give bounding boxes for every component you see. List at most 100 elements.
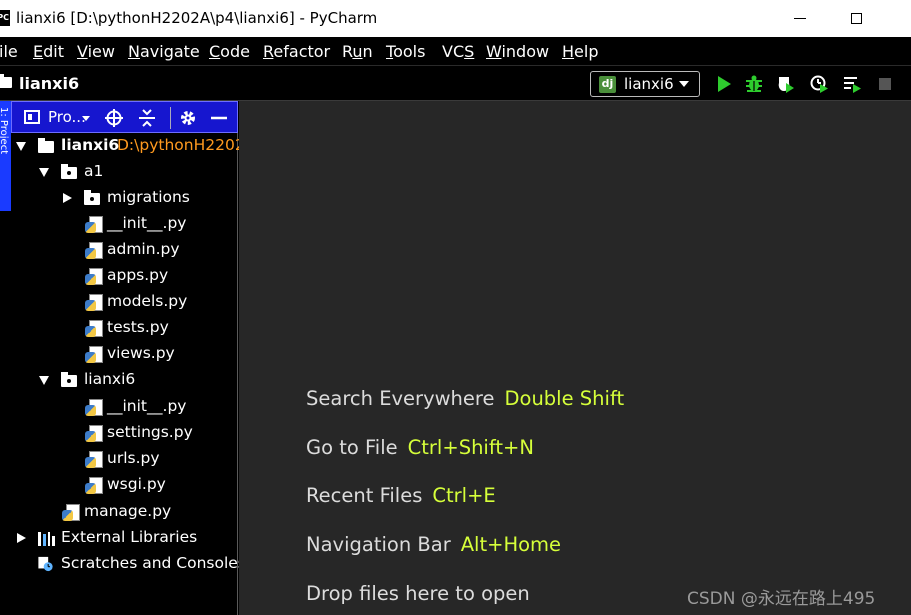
left-tool-stripe: 1: Project [0,101,11,615]
tree-node-label: __init__.py [107,214,187,232]
gear-icon[interactable] [178,108,198,128]
menu-refactor[interactable]: Refactor [263,42,330,61]
shortcut-key: Alt+Home [460,533,562,556]
package-folder-icon [84,190,101,206]
locate-file-icon[interactable] [104,108,124,128]
tree-node-label: models.py [107,292,188,310]
python-file-icon [85,294,104,311]
menu-navigate[interactable]: Navigate [128,42,200,61]
project-view-selector[interactable]: Pro... [48,108,86,126]
python-file-icon [85,216,104,233]
run-configuration-selector[interactable]: dj lianxi6 [590,71,700,97]
collapse-arrow-icon[interactable] [17,533,26,543]
tree-file[interactable]: tests.py [11,315,238,341]
tree-node-label: apps.py [107,266,169,284]
menu-edit[interactable]: Edit [33,42,64,61]
minimize-icon [794,17,806,19]
menu-help[interactable]: Help [562,42,598,61]
tree-node-label: tests.py [107,318,169,336]
expand-arrow-icon[interactable] [16,142,26,151]
pycharm-logo-icon: PC [0,10,10,26]
tree-file[interactable]: models.py [11,289,238,315]
tree-node-label: __init__.py [107,397,187,415]
debug-icon[interactable] [745,75,763,93]
tree-node-label: settings.py [107,423,193,441]
tree-node-label: a1 [84,162,104,180]
shortcut-key: Double Shift [504,387,625,410]
libraries-icon [38,530,55,546]
menu-run[interactable]: Run [342,42,373,61]
tree-node-label: manage.py [84,502,172,520]
collapse-all-icon[interactable] [137,108,157,128]
python-file-icon [62,504,81,521]
menu-vcs[interactable]: VCS [442,42,474,61]
tree-file[interactable]: wsgi.py [11,472,238,498]
tree-file[interactable]: urls.py [11,446,238,472]
hint-recent-files: Recent Files Ctrl+E [306,484,496,507]
tree-file[interactable]: settings.py [11,420,238,446]
tree-node-root[interactable]: lianxi6 D:\pythonH2202 [11,133,245,159]
concurrency-icon[interactable] [843,75,861,93]
tree-node-label: views.py [107,344,175,362]
menu-code[interactable]: Code [209,42,250,61]
tree-file[interactable]: manage.py [11,499,238,525]
menu-view[interactable]: View [77,42,115,61]
python-file-icon [85,399,104,416]
tree-node-lianxi6-package[interactable]: lianxi6 [11,367,238,393]
package-folder-icon [61,164,78,180]
profile-icon[interactable] [810,75,828,93]
tree-node-label: External Libraries [61,528,198,546]
stop-icon[interactable] [876,75,894,93]
tree-node-label: admin.py [107,240,180,258]
hide-panel-icon[interactable] [209,108,229,128]
python-file-icon [85,268,104,285]
hint-search-everywhere: Search Everywhere Double Shift [306,387,625,410]
django-icon: dj [599,76,616,93]
package-folder-icon [61,372,78,388]
folder-icon [38,138,55,154]
maximize-icon [850,12,862,24]
tree-file[interactable]: apps.py [11,263,238,289]
shortcut-key: Ctrl+E [432,484,496,507]
tree-node-label: wsgi.py [107,475,166,493]
editor-area[interactable]: Search Everywhere Double Shift Go to File… [239,101,911,615]
chevron-down-icon [82,116,90,121]
title-bar: PC lianxi6 [D:\pythonH2202A\p4\lianxi6] … [0,0,911,37]
project-tool-tab[interactable]: 1: Project [0,101,11,211]
tree-node-path: D:\pythonH2202 [117,136,245,154]
scratches-icon [38,556,53,572]
menu-file[interactable]: ile [0,42,18,61]
maximize-button[interactable] [836,4,876,32]
tree-file[interactable]: views.py [11,341,238,367]
expand-arrow-icon[interactable] [39,168,49,177]
pycharm-window: PC lianxi6 [D:\pythonH2202A\p4\lianxi6] … [0,0,911,615]
run-icon[interactable] [715,75,733,93]
hint-drop-files: Drop files here to open [306,582,530,605]
expand-arrow-icon[interactable] [39,376,49,385]
hint-go-to-file: Go to File Ctrl+Shift+N [306,436,534,459]
tree-file[interactable]: admin.py [11,237,238,263]
tree-node-label: Scratches and Consoles [61,554,246,572]
menu-tools[interactable]: Tools [386,42,425,61]
folder-icon [0,74,12,88]
tree-node-scratches[interactable]: Scratches and Consoles [11,551,246,577]
collapse-arrow-icon[interactable] [63,193,72,203]
coverage-icon[interactable] [777,75,795,93]
python-file-icon [85,425,104,442]
nav-project-crumb[interactable]: lianxi6 [19,74,79,93]
tree-node-migrations[interactable]: migrations [11,185,238,211]
python-file-icon [85,242,104,259]
python-file-icon [85,451,104,468]
tree-file[interactable]: __init__.py [11,394,238,420]
window-title: lianxi6 [D:\pythonH2202A\p4\lianxi6] - P… [16,9,378,27]
tree-node-label: urls.py [107,449,160,467]
menu-window[interactable]: Window [486,42,549,61]
tree-node-external-libraries[interactable]: External Libraries [11,525,238,551]
tree-node-a1[interactable]: a1 [11,159,238,185]
chevron-down-icon [679,81,689,87]
tree-file[interactable]: __init__.py [11,211,238,237]
minimize-button[interactable] [780,4,820,32]
python-file-icon [85,477,104,494]
menu-bar: ile Edit View Navigate Code Refactor Run… [0,37,911,65]
header-divider [170,107,171,129]
